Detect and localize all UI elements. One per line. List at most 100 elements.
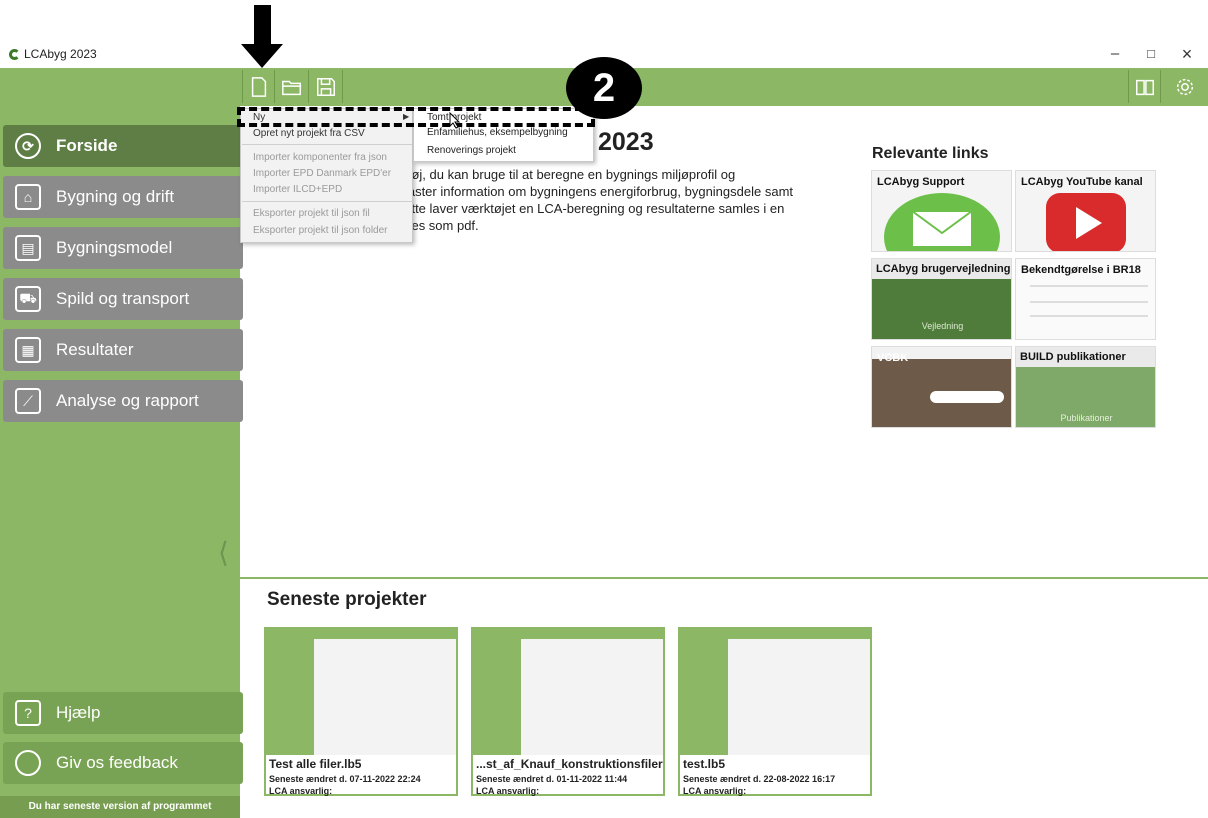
truck-icon: ⛟ xyxy=(15,286,41,312)
tile-label: LCAbyg brugervejledning xyxy=(872,259,1011,279)
sidebar-item-label: Resultater xyxy=(56,340,134,359)
menu-item-csv[interactable]: Opret nyt projekt fra CSV xyxy=(253,128,365,139)
intro-line: rktøj, du kan bruge til at beregne en by… xyxy=(397,167,736,182)
gear-icon xyxy=(1176,78,1193,95)
save-icon xyxy=(317,77,335,96)
menu-item-renovation-project[interactable]: Renoverings projekt xyxy=(427,145,516,156)
sidebar-item-label: Bygningsmodel xyxy=(56,238,173,257)
link-tile-build[interactable]: BUILD publikationer Publikationer xyxy=(1015,346,1156,428)
project-name: ...st_af_Knauf_konstruktionsfiler xyxy=(476,757,663,771)
minimize-button[interactable]: – xyxy=(1098,42,1132,66)
recent-project-card[interactable]: Test alle filer.lb5 Seneste ændret d. 07… xyxy=(264,627,458,796)
speech-bubble-icon xyxy=(15,750,41,776)
sidebar-item-resultater[interactable]: ▦ Resultater xyxy=(3,329,243,371)
annotation-arrow xyxy=(254,5,271,45)
search-box-preview xyxy=(930,391,1004,403)
file-menu: Ny ▶ Opret nyt projekt fra CSV Importer … xyxy=(240,108,413,243)
open-folder-icon xyxy=(282,80,302,95)
project-responsible: LCA ansvarlig: xyxy=(269,786,333,796)
project-thumbnail xyxy=(473,629,663,755)
open-project-button[interactable] xyxy=(276,70,309,103)
menu-item-export-json-folder[interactable]: Eksporter projekt til json folder xyxy=(253,225,388,236)
house-icon: ⌂ xyxy=(15,184,41,210)
close-button[interactable]: × xyxy=(1170,42,1204,66)
project-thumbnail xyxy=(680,629,870,755)
project-name: Test alle filer.lb5 xyxy=(269,757,362,771)
app-logo-icon xyxy=(9,49,20,60)
tile-label: VCBK xyxy=(877,352,909,364)
link-tile-support[interactable]: LCAbyg Support xyxy=(871,170,1012,252)
document-preview xyxy=(1030,285,1148,287)
sidebar-item-bygningsmodel[interactable]: ▤ Bygningsmodel xyxy=(3,227,243,269)
feedback-label: Giv os feedback xyxy=(56,753,178,772)
link-tile-guide[interactable]: LCAbyg brugervejledning Vejledning xyxy=(871,258,1012,340)
maximize-button[interactable]: □ xyxy=(1134,42,1168,66)
sidebar-item-label: Analyse og rapport xyxy=(56,391,199,410)
intro-line: dette laver værktøjet en LCA-beregning o… xyxy=(397,201,785,216)
tile-label: LCAbyg Support xyxy=(877,176,965,188)
project-name: test.lb5 xyxy=(683,757,726,771)
link-tile-youtube[interactable]: LCAbyg YouTube kanal xyxy=(1015,170,1156,252)
annotation-arrow-head xyxy=(241,44,283,68)
tile-label: LCAbyg YouTube kanal xyxy=(1021,176,1143,188)
new-project-button[interactable] xyxy=(242,70,275,103)
menu-separator xyxy=(242,201,413,202)
document-preview xyxy=(1030,315,1148,317)
sidebar-item-spild-og-transport[interactable]: ⛟ Spild og transport xyxy=(3,278,243,320)
sidebar-collapse-handle[interactable]: ⟨ xyxy=(218,536,229,569)
document-preview xyxy=(1030,301,1148,303)
project-responsible: LCA ansvarlig: xyxy=(683,786,747,796)
document-icon: ▤ xyxy=(15,235,41,261)
menu-item-import-ilcd[interactable]: Importer ILCD+EPD xyxy=(253,184,342,195)
menu-item-import-json[interactable]: Importer komponenter fra json xyxy=(253,152,387,163)
sidebar-item-label: Bygning og drift xyxy=(56,187,175,206)
links-heading: Relevante links xyxy=(872,145,989,162)
sidebar-item-analyse-og-rapport[interactable]: ⟋ Analyse og rapport xyxy=(3,380,243,422)
play-icon xyxy=(1046,193,1126,251)
mail-icon xyxy=(884,193,1000,251)
save-project-button[interactable] xyxy=(310,70,343,103)
recent-projects-heading: Seneste projekter xyxy=(267,589,427,610)
sidebar-item-label: Spild og transport xyxy=(56,289,190,308)
project-thumbnail xyxy=(266,629,456,755)
project-modified: Seneste ændret d. 01-11-2022 11:44 xyxy=(476,774,628,784)
project-modified: Seneste ændret d. 07-11-2022 22:24 xyxy=(269,774,421,784)
version-status: Du har seneste version af programmet xyxy=(0,796,240,818)
home-leaf-icon: ⟳ xyxy=(15,133,41,159)
intro-line: ades som pdf. xyxy=(397,218,479,233)
sidebar-item-bygning-og-drift[interactable]: ⌂ Bygning og drift xyxy=(3,176,243,218)
tile-label: Bekendtgørelse i BR18 xyxy=(1021,264,1141,276)
menu-separator xyxy=(242,144,413,145)
project-modified: Seneste ændret d. 22-08-2022 16:17 xyxy=(683,774,836,784)
menu-item-import-epd[interactable]: Importer EPD Danmark EPD'er xyxy=(253,168,391,179)
link-tile-br18[interactable]: Bekendtgørelse i BR18 xyxy=(1015,258,1156,340)
annotation-highlight-box xyxy=(237,107,595,127)
book-icon xyxy=(1135,79,1154,95)
step-number-badge: 2 xyxy=(566,57,642,119)
sidebar-item-forside[interactable]: ⟳ Forside xyxy=(3,125,243,167)
sidebar-item-label: Forside xyxy=(56,136,118,155)
mouse-cursor-icon xyxy=(449,112,461,129)
intro-text: rktøj, du kan bruge til at beregne en by… xyxy=(397,166,847,234)
menu-item-export-json-file[interactable]: Eksporter projekt til json fil xyxy=(253,208,370,219)
intro-line: dtaster information om bygningens energi… xyxy=(397,184,794,199)
chart-icon: ⟋ xyxy=(15,388,41,414)
settings-button[interactable] xyxy=(1168,70,1201,103)
feedback-button[interactable]: Giv os feedback xyxy=(3,742,243,784)
question-icon: ? xyxy=(15,700,41,726)
recent-project-card[interactable]: test.lb5 Seneste ændret d. 22-08-2022 16… xyxy=(678,627,872,796)
page-title: 2023 xyxy=(598,128,654,156)
help-button[interactable]: ? Hjælp xyxy=(3,692,243,734)
link-tile-vcbk[interactable]: VCBK xyxy=(871,346,1012,428)
tile-caption: Publikationer xyxy=(1060,413,1113,423)
manual-button[interactable] xyxy=(1128,70,1161,103)
tile-label: BUILD publikationer xyxy=(1016,347,1155,367)
table-icon: ▦ xyxy=(15,337,41,363)
window-title: LCAbyg 2023 xyxy=(24,47,97,61)
new-file-icon xyxy=(251,76,266,97)
help-label: Hjælp xyxy=(56,703,101,722)
section-divider xyxy=(240,577,1208,579)
project-responsible: LCA ansvarlig: xyxy=(476,786,540,796)
recent-project-card[interactable]: ...st_af_Knauf_konstruktionsfiler Senest… xyxy=(471,627,665,796)
tile-caption: Vejledning xyxy=(921,321,964,331)
